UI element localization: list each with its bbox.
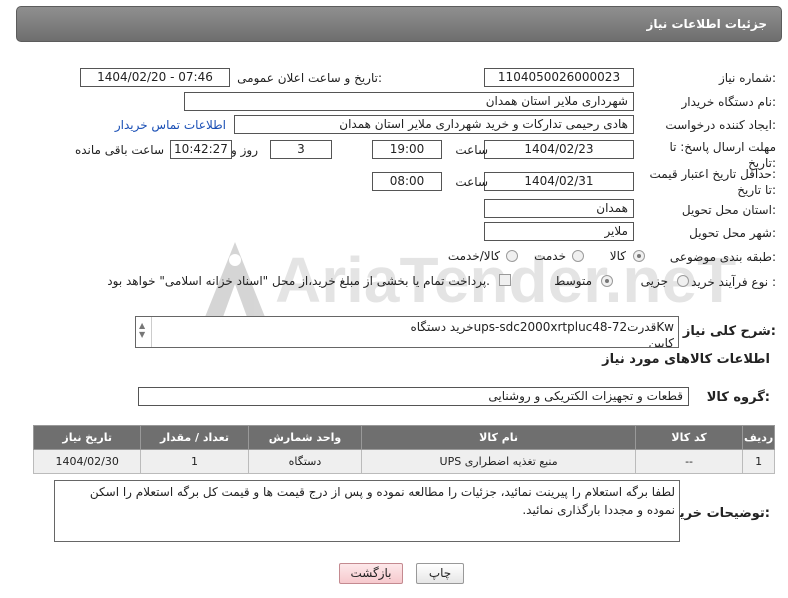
province-label: استان محل تحویل: bbox=[681, 203, 776, 217]
col-unit: واحد شمارش bbox=[247, 425, 363, 450]
province-field: همدان bbox=[484, 199, 634, 218]
city-label: شهر محل تحویل: bbox=[689, 226, 776, 240]
description-line2: کابین bbox=[648, 336, 674, 348]
page-title: جزئیات اطلاعات نیاز bbox=[646, 17, 767, 31]
remaining-time-field: 10:42:27 bbox=[170, 140, 232, 159]
creator-field: هادی رحیمی تدارکات و خرید شهرداری ملایر … bbox=[234, 115, 634, 134]
goods-table-header: ردیف کد کالا نام کالا واحد شمارش تعداد /… bbox=[32, 425, 775, 450]
category-option-service: خدمت bbox=[534, 249, 566, 263]
process-option-medium: متوسط bbox=[554, 274, 592, 288]
deadline-days-label: روز و bbox=[231, 143, 258, 157]
header-panel: جزئیات اطلاعات نیاز bbox=[16, 6, 782, 42]
deadline-days-field: 3 bbox=[270, 140, 332, 159]
price-validity-time-field: 08:00 bbox=[372, 172, 442, 191]
deadline-time-field: 19:00 bbox=[372, 140, 442, 159]
creator-label: ایجاد کننده درخواست: bbox=[665, 118, 776, 132]
buyer-notes-text: لطفا برگه استعلام را پیرینت نمائید، جزئی… bbox=[89, 485, 675, 517]
category-radio-service[interactable] bbox=[572, 250, 584, 262]
goods-group-field: قطعات و تجهیزات الکتریکی و روشنایی bbox=[138, 387, 689, 406]
cell-row-number: 1 bbox=[742, 449, 775, 474]
city-field: ملایر bbox=[484, 222, 634, 241]
category-option-goods-service: کالا/خدمت bbox=[447, 249, 500, 263]
goods-table: ردیف کد کالا نام کالا واحد شمارش تعداد /… bbox=[32, 425, 775, 474]
scroll-down-icon[interactable]: ▼ bbox=[139, 327, 145, 343]
process-radio-minor[interactable] bbox=[677, 275, 689, 287]
cell-item-code: -- bbox=[634, 449, 744, 474]
category-option-goods: کالا bbox=[609, 249, 626, 263]
buyer-notes-textarea[interactable]: لطفا برگه استعلام را پیرینت نمائید، جزئی… bbox=[54, 480, 680, 542]
cell-item-name: منبع تغذیه اضطراری UPS bbox=[361, 449, 636, 474]
category-label: طبقه بندی موضوعی: bbox=[669, 250, 776, 264]
cell-need-date: 1404/02/30 bbox=[32, 449, 142, 474]
table-row: 1 -- منبع تغذیه اضطراری UPS دستگاه 1 140… bbox=[32, 449, 775, 474]
remaining-time-label: ساعت باقی مانده bbox=[74, 143, 164, 157]
need-number-field: 1104050026000023 bbox=[484, 68, 634, 87]
deadline-date-field: 1404/02/23 bbox=[484, 140, 634, 159]
deadline-label-line1: مهلت ارسال پاسخ: تا bbox=[669, 140, 776, 154]
cell-quantity: 1 bbox=[140, 449, 249, 474]
buyer-org-field: شهرداری ملایر استان همدان bbox=[184, 92, 634, 111]
buyer-org-label: نام دستگاه خریدار: bbox=[681, 95, 777, 109]
cell-unit: دستگاه bbox=[247, 449, 363, 474]
goods-info-title: اطلاعات کالاهای مورد نیاز bbox=[602, 352, 770, 367]
price-validity-time-label: ساعت bbox=[455, 175, 488, 189]
description-line1: خرید دستگاهups-sdc2000xrtpluc48-7قدرت2Kw bbox=[410, 320, 674, 334]
back-button[interactable]: بازگشت bbox=[339, 563, 403, 584]
process-label: نوع فرآیند خرید : bbox=[691, 275, 776, 289]
treasury-payment-note: پرداخت تمام یا بخشی از مبلغ خرید،از محل … bbox=[107, 274, 490, 288]
treasury-payment-checkbox[interactable] bbox=[499, 274, 511, 286]
col-item-code: کد کالا bbox=[634, 425, 744, 450]
price-validity-label-line2: تا تاریخ: bbox=[737, 183, 776, 197]
goods-group-label: گروه کالا: bbox=[706, 390, 770, 405]
category-radio-goods[interactable] bbox=[633, 250, 645, 262]
print-button[interactable]: چاپ bbox=[416, 563, 464, 584]
col-row-number: ردیف bbox=[742, 425, 775, 450]
process-radio-medium[interactable] bbox=[601, 275, 613, 287]
announce-field: 1404/02/20 - 07:46 bbox=[80, 68, 230, 87]
col-quantity: تعداد / مقدار bbox=[140, 425, 249, 450]
description-scrollbar[interactable]: ▲ ▼ bbox=[136, 317, 152, 347]
col-need-date: تاریخ نیاز bbox=[32, 425, 142, 450]
description-label: شرح کلی نیاز: bbox=[682, 324, 776, 339]
price-validity-date-field: 1404/02/31 bbox=[484, 172, 634, 191]
announce-label: تاریخ و ساعت اعلان عمومی: bbox=[237, 71, 382, 85]
deadline-time-label: ساعت bbox=[455, 143, 488, 157]
category-radio-goods-service[interactable] bbox=[506, 250, 518, 262]
col-item-name: نام کالا bbox=[361, 425, 636, 450]
price-validity-label-line1: حداقل تاریخ اعتبار قیمت: bbox=[649, 167, 776, 181]
process-option-minor: جزیی bbox=[640, 274, 668, 288]
need-number-label: شماره نیاز: bbox=[718, 71, 776, 85]
description-textarea[interactable]: ▲ ▼ خرید دستگاهups-sdc2000xrtpluc48-7قدر… bbox=[135, 316, 679, 348]
buyer-contact-link[interactable]: اطلاعات تماس خریدار bbox=[115, 118, 226, 132]
